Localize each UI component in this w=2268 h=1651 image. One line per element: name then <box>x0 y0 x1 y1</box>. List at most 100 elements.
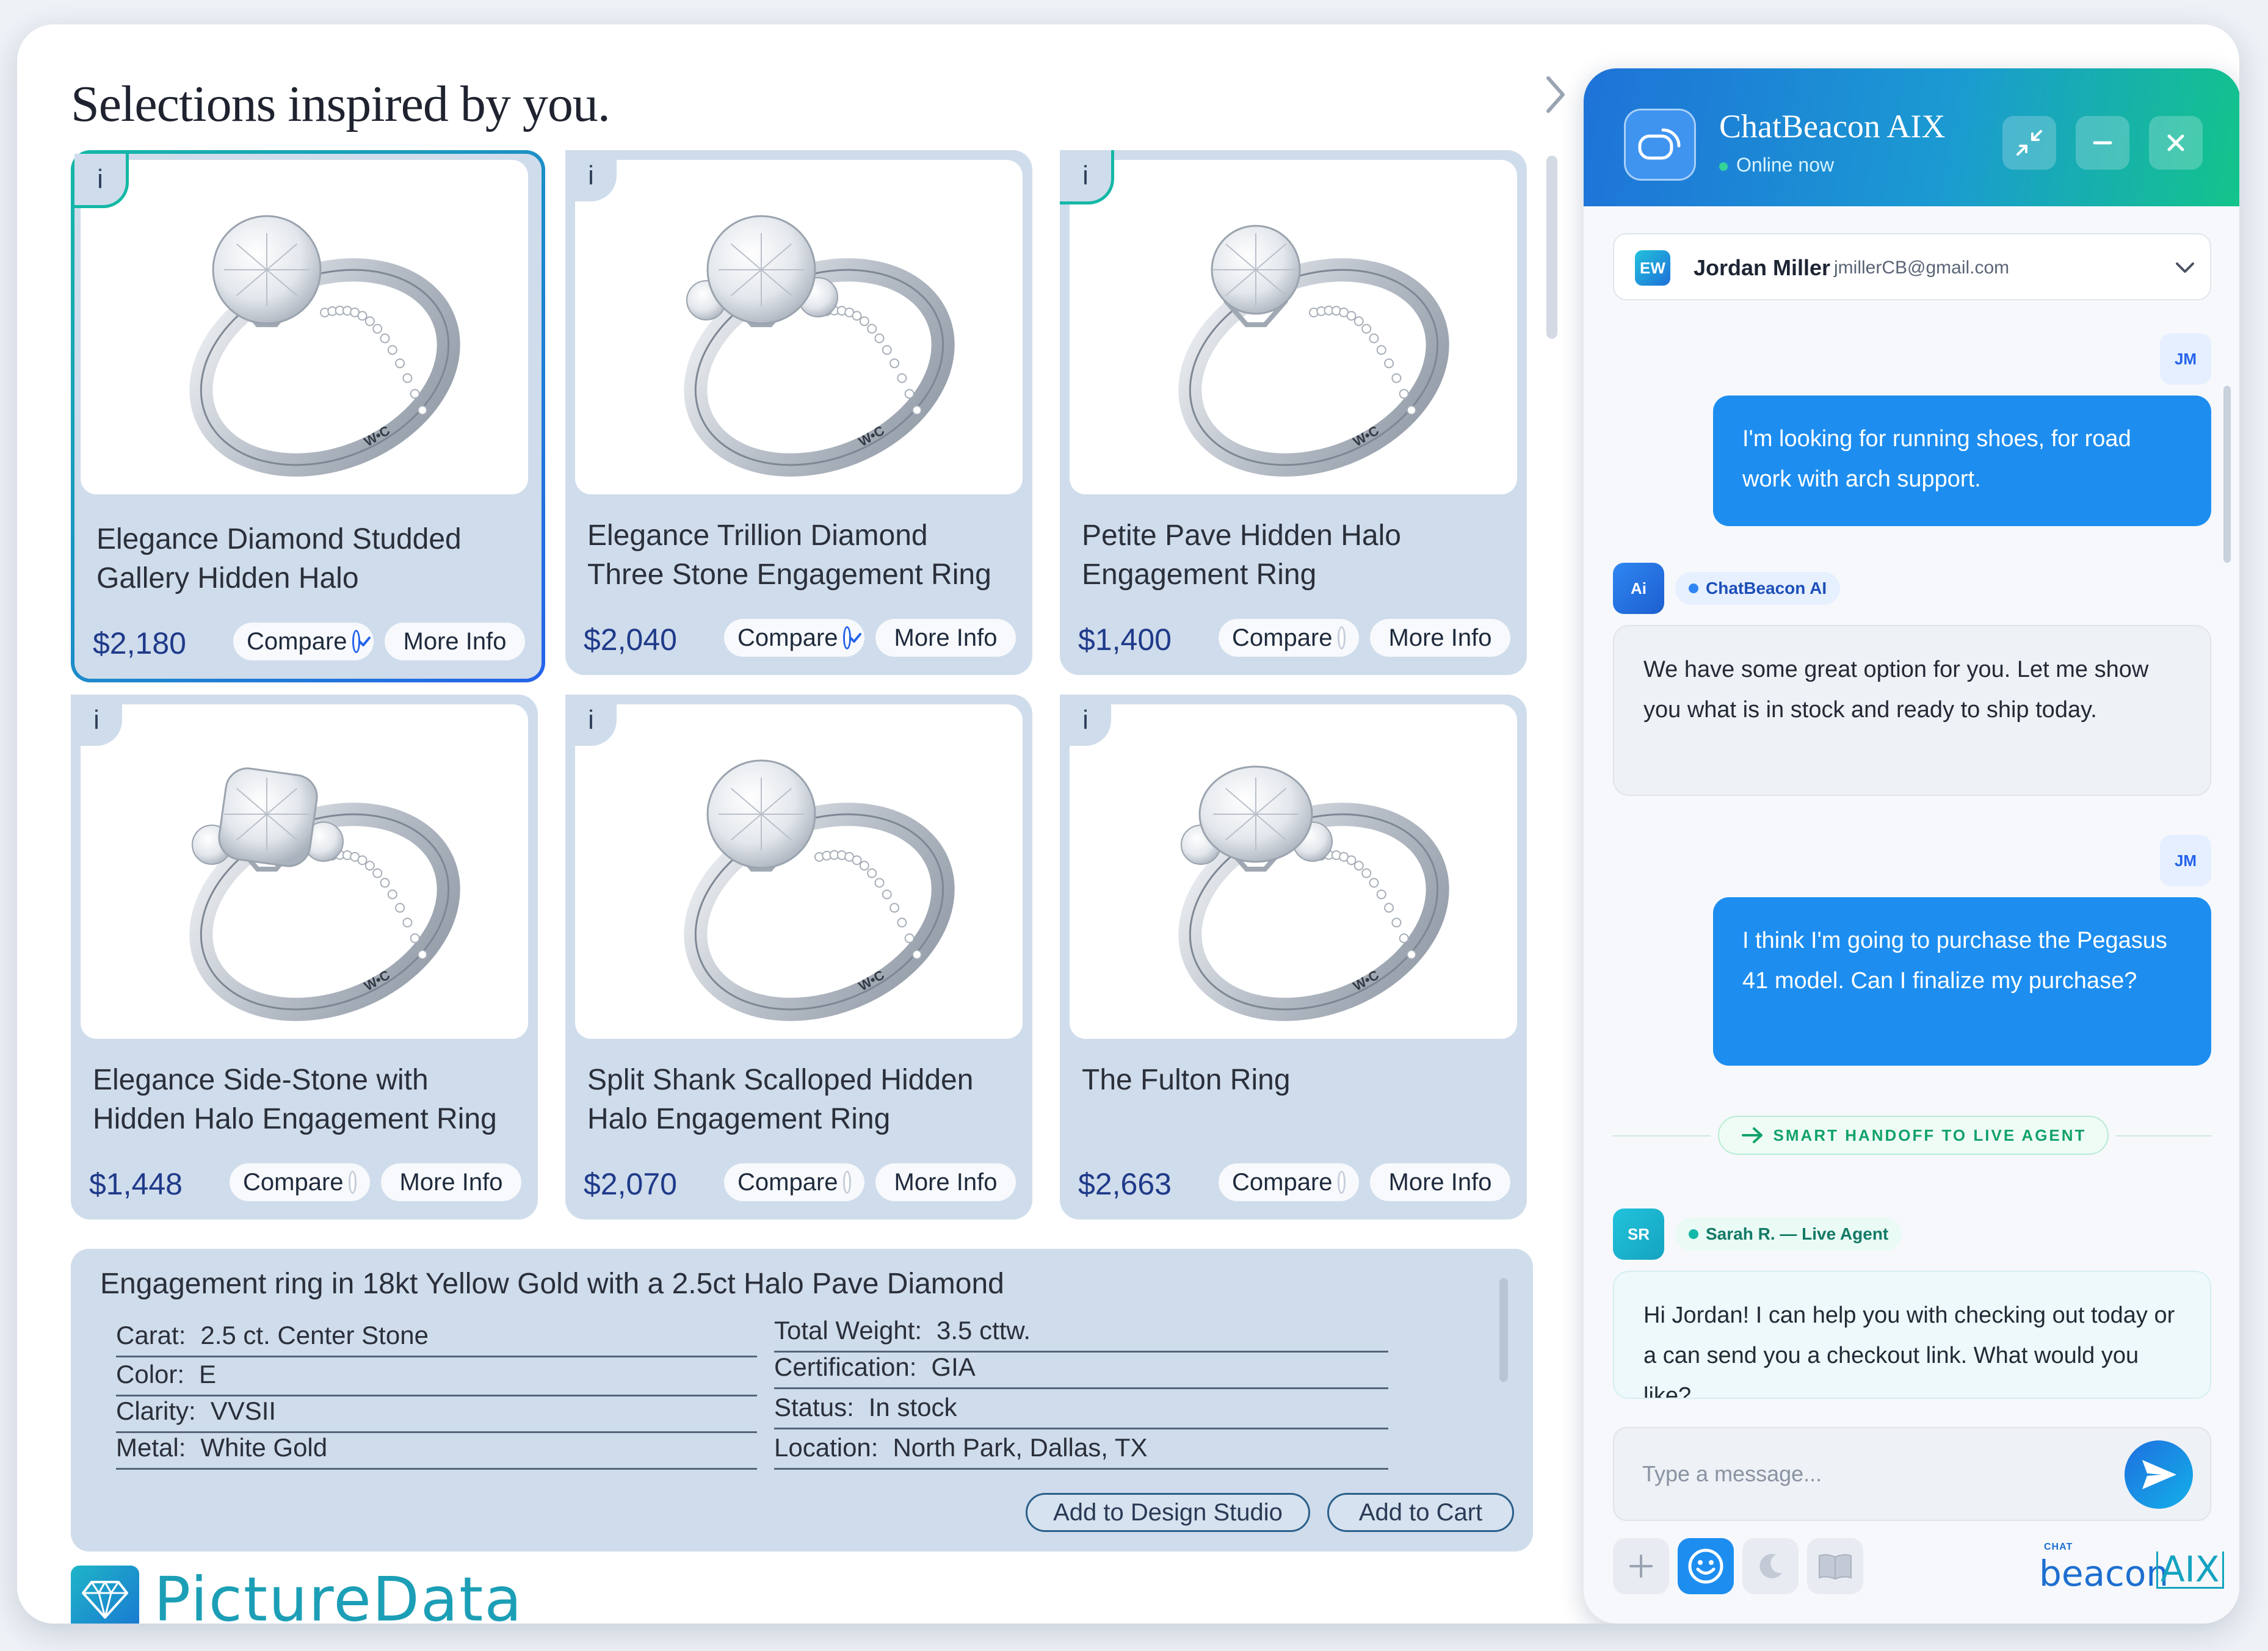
product-title: Split Shank Scalloped Hidden Halo Engagem… <box>587 1061 1015 1139</box>
send-button[interactable] <box>2125 1440 2193 1509</box>
collapse-icon <box>2016 130 2042 156</box>
product-detail-panel: Engagement ring in 18kt Yellow Gold with… <box>71 1249 1533 1552</box>
send-icon <box>2142 1460 2176 1489</box>
compare-toggle[interactable]: Compare <box>230 1163 370 1201</box>
more-info-button[interactable]: More Info <box>875 1163 1016 1201</box>
message-composer <box>1613 1427 2211 1521</box>
product-title: Elegance Side-Stone with Hidden Halo Enga… <box>93 1061 520 1139</box>
info-icon[interactable]: i <box>565 695 617 746</box>
product-card[interactable]: W•C i Elegance Trillion Diamond Three Stone… <box>565 150 1032 675</box>
spec-clarity: Clarity: VVSII <box>116 1396 757 1433</box>
compare-checkbox[interactable] <box>1337 626 1346 649</box>
add-to-design-studio-button[interactable]: Add to Design Studio <box>1026 1493 1310 1532</box>
page-heading: Selections inspired by you. <box>71 76 610 132</box>
user-initials-avatar: EW <box>1635 250 1670 286</box>
user-name: Jordan Miller <box>1694 255 1831 280</box>
user-selector[interactable]: EW Jordan Miller jmillerCB@gmail.com <box>1613 233 2211 300</box>
compare-toggle[interactable]: Compare <box>1219 619 1359 657</box>
compare-checkbox[interactable] <box>352 630 371 653</box>
minimize-icon <box>2093 141 2112 145</box>
products-scrollbar[interactable] <box>1546 156 1557 339</box>
product-card[interactable]: W•C i Elegance Side-Stone with Hidden Halo … <box>71 695 538 1219</box>
close-icon <box>2167 134 2184 151</box>
compare-checkbox[interactable] <box>842 1171 851 1194</box>
checkmark-icon <box>849 633 861 643</box>
product-price: $2,070 <box>584 1167 677 1201</box>
info-icon[interactable]: i <box>1060 695 1111 746</box>
product-card[interactable]: W•C i Petite Pave Hidden Halo Engagement Ri… <box>1060 150 1527 675</box>
detail-scrollbar[interactable] <box>1499 1278 1508 1382</box>
user-email: jmillerCB@gmail.com <box>1834 258 2010 278</box>
ring-image[interactable]: W•C <box>1070 704 1517 1039</box>
message-input[interactable] <box>1641 1455 2107 1493</box>
diamond-logo-icon <box>71 1565 139 1624</box>
dark-mode-button[interactable] <box>1742 1538 1799 1594</box>
compare-toggle[interactable]: Compare <box>724 619 864 657</box>
book-icon <box>1819 1554 1852 1580</box>
info-icon[interactable]: i <box>1060 150 1114 204</box>
user-message: I'm looking for running shoes, for road … <box>1713 396 2211 526</box>
ring-image[interactable]: W•C <box>575 704 1023 1039</box>
ring-image[interactable]: W•C <box>1070 160 1517 494</box>
knowledge-button[interactable] <box>1807 1538 1863 1594</box>
product-title-line: Elegance Diamond Studded <box>96 523 462 555</box>
product-title: Petite Pave Hidden Halo Engagement Ring <box>1082 516 1509 594</box>
chat-bubble-icon <box>1624 109 1696 181</box>
product-card[interactable]: W•C i Elegance Diamond Studded Gallery Hidd… <box>71 150 545 682</box>
product-title-line: Elegance Trillion Diamond <box>587 519 928 552</box>
online-status: Online now <box>1719 154 1834 176</box>
product-title-line: Halo Engagement Ring <box>587 1103 891 1135</box>
spec-location: Location: North Park, Dallas, TX <box>774 1433 1388 1470</box>
product-title-line: The Fulton Ring <box>1082 1064 1291 1096</box>
chevron-right-icon[interactable] <box>1543 73 1568 116</box>
ring-image[interactable]: W•C <box>81 704 528 1039</box>
attach-button[interactable] <box>1613 1538 1669 1594</box>
spec-certification: Certification: GIA <box>774 1353 1388 1389</box>
emoji-button[interactable] <box>1678 1538 1734 1594</box>
add-to-cart-button[interactable]: Add to Cart <box>1327 1493 1514 1532</box>
compare-label: Compare <box>247 627 347 655</box>
logo-text: PictureData <box>154 1564 523 1624</box>
info-icon[interactable]: i <box>565 150 617 201</box>
user-avatar: JM <box>2160 333 2211 385</box>
ring-image[interactable]: W•C <box>575 160 1023 494</box>
compare-toggle[interactable]: Compare <box>1219 1163 1359 1201</box>
spec-carat: Carat: 2.5 ct. Center Stone <box>116 1321 757 1357</box>
product-price: $2,040 <box>584 623 677 657</box>
more-info-button[interactable]: More Info <box>1370 619 1510 657</box>
more-info-button[interactable]: More Info <box>875 619 1016 657</box>
compare-checkbox[interactable] <box>1337 1171 1346 1194</box>
chat-scrollbar[interactable] <box>2223 386 2231 563</box>
chat-header: ChatBeacon AIX Online now <box>1584 68 2239 206</box>
handoff-divider <box>2116 1135 2211 1136</box>
detail-title: Engagement ring in 18kt Yellow Gold with… <box>100 1268 1004 1300</box>
ai-sender-tag: ChatBeacon AI <box>1675 572 1841 605</box>
info-icon[interactable]: i <box>71 695 122 746</box>
product-price: $2,663 <box>1078 1167 1172 1201</box>
collapse-button[interactable] <box>2002 116 2056 170</box>
handoff-divider <box>1613 1135 1711 1136</box>
product-title-line: Elegance Side-Stone with <box>93 1064 429 1096</box>
compare-checkbox[interactable] <box>348 1171 357 1194</box>
product-card[interactable]: W•C i The Fulton Ring $2,663 Compare More Inf… <box>1060 695 1527 1219</box>
product-card[interactable]: W•C i Split Shank Scalloped Hidden Halo Eng… <box>565 695 1032 1219</box>
minimize-button[interactable] <box>2076 116 2129 170</box>
more-info-button[interactable]: More Info <box>1370 1163 1510 1201</box>
product-price: $2,180 <box>93 626 186 660</box>
arrow-right-icon <box>1741 1127 1763 1143</box>
more-info-button[interactable]: More Info <box>381 1163 521 1201</box>
more-info-button[interactable]: More Info <box>385 623 525 660</box>
compare-toggle[interactable]: Compare <box>724 1163 864 1201</box>
compare-toggle[interactable]: Compare <box>233 623 374 660</box>
chevron-down-icon[interactable] <box>2170 253 2200 283</box>
compare-label: Compare <box>1232 624 1333 651</box>
compare-label: Compare <box>737 1168 838 1196</box>
product-price: $1,448 <box>89 1167 183 1201</box>
compare-checkbox[interactable] <box>842 626 861 649</box>
compare-label: Compare <box>1232 1168 1333 1196</box>
ring-image[interactable]: W•C <box>81 160 528 494</box>
product-title: The Fulton Ring <box>1082 1061 1509 1139</box>
info-icon[interactable]: i <box>74 154 129 208</box>
chat-title: ChatBeacon AIX <box>1719 108 1946 145</box>
close-button[interactable] <box>2149 116 2203 170</box>
